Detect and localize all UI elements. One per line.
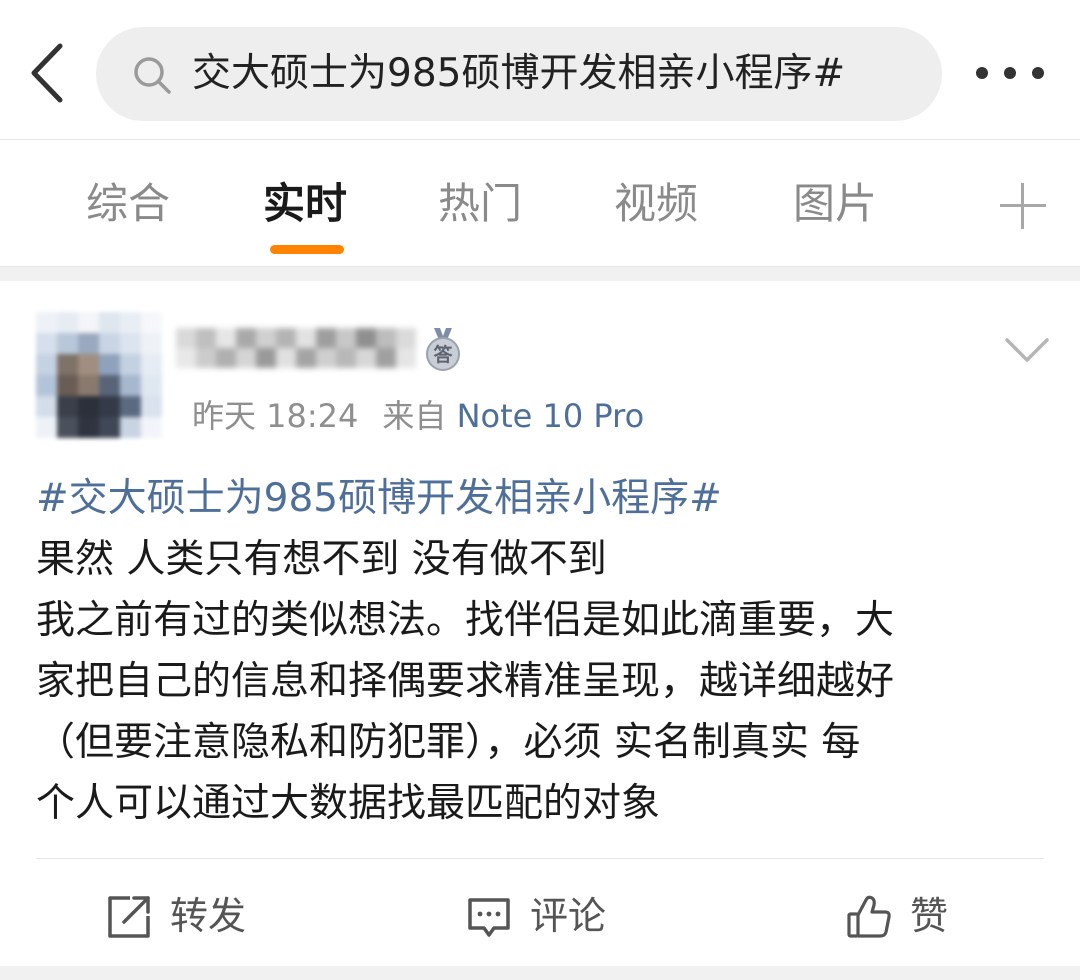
post-source-device[interactable]: Note 10 Pro	[457, 397, 645, 435]
post-time: 昨天 18:24	[192, 397, 359, 435]
divider	[36, 858, 1044, 859]
search-query: 交大硕士为985硕博开发相亲小程序#	[192, 51, 846, 96]
section-gap	[0, 266, 1080, 281]
repost-icon	[108, 896, 150, 938]
comment-button[interactable]: 评论	[466, 886, 626, 946]
repost-button[interactable]: 转发	[106, 886, 266, 946]
search-input[interactable]: 交大硕士为985硕博开发相亲小程序#	[96, 27, 942, 121]
comment-label: 评论	[530, 894, 607, 938]
hashtag-link[interactable]: #交大硕士为985硕博开发相亲小程序#	[36, 476, 722, 521]
thumbs-up-icon	[847, 895, 891, 938]
search-icon	[134, 57, 171, 94]
svg-text:答: 答	[433, 343, 453, 366]
more-button[interactable]	[970, 48, 1050, 98]
chevron-left-icon	[31, 43, 63, 103]
post-content: #交大硕士为985硕博开发相亲小程序# 果然 人类只有想不到 没有做不到 我之前…	[36, 468, 1046, 834]
post-text-line: 个人可以通过大数据找最匹配的对象	[36, 781, 661, 826]
tab-hot[interactable]: 热门	[438, 176, 522, 232]
username[interactable]	[176, 322, 420, 378]
active-tab-indicator	[270, 245, 344, 254]
back-button[interactable]	[22, 38, 78, 108]
top-bar: 交大硕士为985硕博开发相亲小程序#	[0, 0, 1080, 140]
post-menu-button[interactable]	[1004, 332, 1050, 366]
post-source-prefix: 来自	[382, 397, 447, 435]
tab-video[interactable]: 视频	[614, 176, 698, 232]
comment-icon	[468, 898, 510, 937]
chevron-down-icon	[1005, 338, 1049, 362]
tab-images[interactable]: 图片	[793, 176, 877, 232]
tab-bar: 综合 实时 热门 视频 图片	[0, 140, 1080, 266]
post-text-line: 我之前有过的类似想法。找伴侣是如此滴重要，大	[36, 598, 895, 643]
post-meta: 昨天 18:24 来自 Note 10 Pro	[192, 392, 644, 440]
add-tab-icon[interactable]	[1000, 183, 1046, 229]
repost-label: 转发	[170, 894, 247, 938]
post-text-line: 家把自己的信息和择偶要求精准呈现，越详细越好	[36, 659, 895, 704]
like-label: 赞	[910, 894, 949, 938]
section-gap	[0, 966, 1080, 980]
tab-comprehensive[interactable]: 综合	[86, 176, 170, 232]
post-text-line: （但要注意隐私和防犯罪），必须 实名制真实 每	[36, 720, 861, 765]
post-text-line: 果然 人类只有想不到 没有做不到	[36, 537, 607, 582]
tab-realtime[interactable]: 实时	[263, 176, 347, 232]
avatar[interactable]	[36, 312, 162, 438]
like-button[interactable]: 赞	[846, 886, 966, 946]
medal-badge-icon: 答	[426, 328, 460, 371]
